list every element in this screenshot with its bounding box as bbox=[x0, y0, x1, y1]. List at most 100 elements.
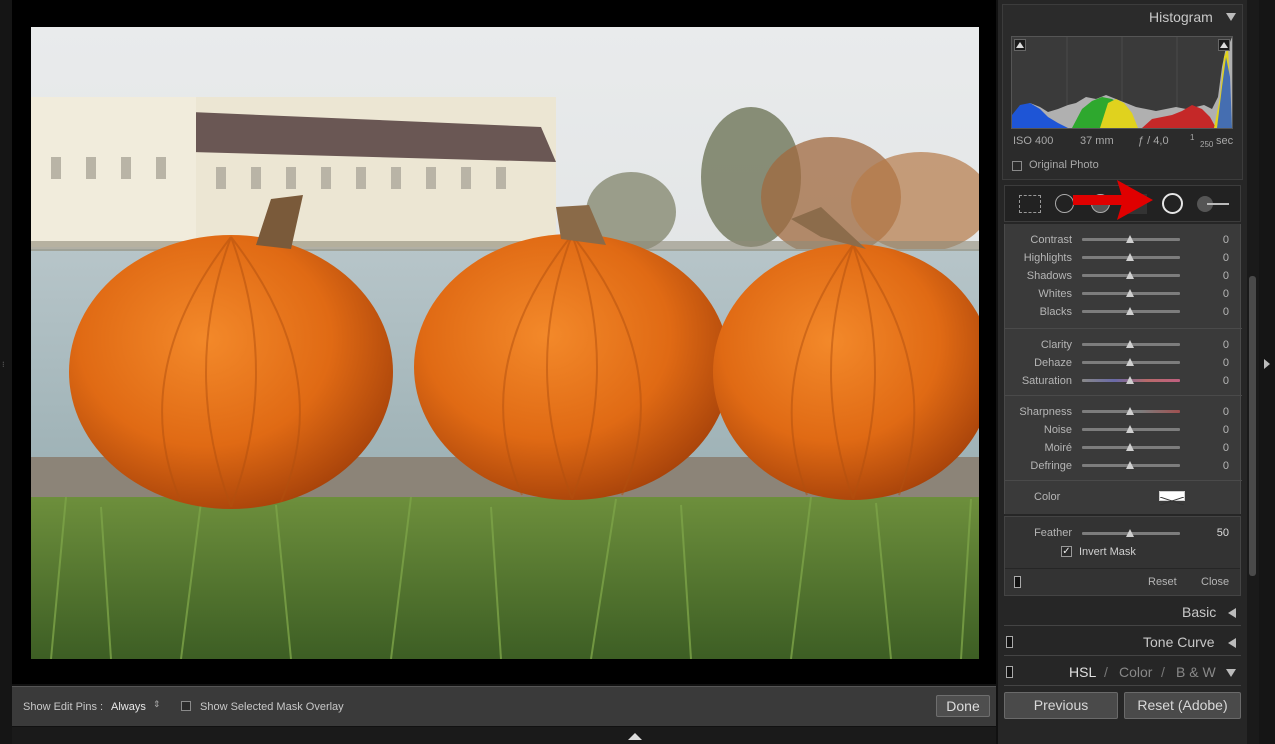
show-edit-pins-dropdown[interactable]: Always bbox=[111, 701, 146, 713]
exif-shutter-numerator: 1 bbox=[1190, 133, 1195, 142]
adjustment-brush-icon[interactable] bbox=[1197, 195, 1231, 213]
photo[interactable] bbox=[31, 27, 979, 659]
histogram-title[interactable]: Histogram bbox=[1149, 9, 1213, 25]
feather-value[interactable]: 50 bbox=[1207, 527, 1229, 539]
section-tone-curve-title: Tone Curve bbox=[1143, 634, 1215, 650]
slider-label: Defringe bbox=[1030, 460, 1072, 472]
tab-separator: / bbox=[1104, 664, 1108, 680]
slider-thumb[interactable] bbox=[1126, 461, 1134, 469]
exif-shutter-unit: sec bbox=[1216, 135, 1234, 147]
section-basic-title: Basic bbox=[1182, 604, 1217, 620]
slider-thumb[interactable] bbox=[1126, 307, 1134, 315]
panel-switch-icon[interactable] bbox=[1014, 576, 1021, 588]
red-arrow-annotation-icon bbox=[1073, 180, 1153, 220]
exif-iso: ISO 400 bbox=[1013, 135, 1054, 147]
triangle-up-icon bbox=[1220, 42, 1228, 48]
histogram-collapse-icon[interactable] bbox=[1226, 13, 1236, 21]
done-button[interactable]: Done bbox=[936, 695, 990, 717]
pumpkin-photo bbox=[31, 27, 979, 659]
slider-thumb[interactable] bbox=[1126, 253, 1134, 261]
slider-label: Moiré bbox=[1044, 442, 1072, 454]
slider-value[interactable]: 0 bbox=[1207, 357, 1229, 369]
section-basic[interactable]: Basic bbox=[1004, 598, 1241, 626]
histogram-graph[interactable] bbox=[1011, 36, 1233, 129]
slider-thumb[interactable] bbox=[1126, 340, 1134, 348]
reset-adobe-button[interactable]: Reset (Adobe) bbox=[1124, 692, 1241, 719]
right-panel-toggle-arrow-icon[interactable] bbox=[1264, 359, 1270, 369]
left-panel-dots-icon[interactable]: ⁝ bbox=[2, 360, 5, 369]
original-photo-checkbox[interactable] bbox=[1012, 161, 1022, 171]
slider-thumb[interactable] bbox=[1126, 358, 1134, 366]
exif-focal-length: 37 mm bbox=[1080, 135, 1114, 147]
panel-scrollbar-thumb[interactable] bbox=[1249, 276, 1256, 576]
right-panel-edge[interactable] bbox=[1259, 0, 1275, 744]
slider-value[interactable]: 0 bbox=[1207, 424, 1229, 436]
slider-value[interactable]: 0 bbox=[1207, 270, 1229, 282]
slider-label: Whites bbox=[1038, 288, 1072, 300]
tab-separator: / bbox=[1161, 664, 1165, 680]
slider-label: Noise bbox=[1043, 424, 1072, 436]
slider-value[interactable]: 0 bbox=[1207, 288, 1229, 300]
invert-mask-label: Invert Mask bbox=[1079, 546, 1136, 558]
left-panel-edge[interactable]: ⁝ bbox=[0, 0, 12, 744]
filmstrip-toggle-arrow-icon[interactable] bbox=[628, 733, 642, 740]
slider-thumb[interactable] bbox=[1126, 376, 1134, 384]
slider-value[interactable]: 0 bbox=[1207, 252, 1229, 264]
slider-row-shadows: Shadows 0 bbox=[1005, 268, 1242, 284]
divider bbox=[1005, 480, 1242, 481]
exif-aperture: ƒ / 4,0 bbox=[1138, 135, 1169, 147]
slider-row-dehaze: Dehaze 0 bbox=[1005, 355, 1242, 371]
panel-switch-icon[interactable] bbox=[1006, 666, 1013, 678]
invert-mask-checkbox[interactable]: ✓ bbox=[1061, 546, 1072, 557]
previous-button[interactable]: Previous bbox=[1004, 692, 1118, 719]
radial-filter-icon[interactable] bbox=[1162, 193, 1183, 214]
color-label: Color bbox=[1034, 491, 1061, 503]
dropdown-arrows-icon[interactable]: ⇕ bbox=[153, 699, 161, 710]
slider-label: Contrast bbox=[1030, 234, 1072, 246]
tab-bw[interactable]: B & W bbox=[1176, 664, 1216, 680]
reset-button[interactable]: Reset bbox=[1148, 576, 1177, 588]
section-expand-arrow-icon bbox=[1228, 608, 1236, 618]
divider bbox=[1005, 568, 1240, 569]
panel-switch-icon[interactable] bbox=[1006, 636, 1013, 648]
slider-thumb[interactable] bbox=[1126, 289, 1134, 297]
slider-label: Dehaze bbox=[1034, 357, 1072, 369]
slider-value[interactable]: 0 bbox=[1207, 375, 1229, 387]
slider-value[interactable]: 0 bbox=[1207, 406, 1229, 418]
edit-toolbar: Show Edit Pins : Always ⇕ Show Selected … bbox=[12, 686, 996, 726]
slider-thumb[interactable] bbox=[1126, 235, 1134, 243]
radial-filter-adjustments-panel: Contrast 0 Highlights 0 Shadows 0 Whites 0 Black… bbox=[1004, 224, 1242, 514]
shadow-clipping-toggle[interactable] bbox=[1014, 39, 1026, 51]
section-collapse-arrow-icon bbox=[1226, 669, 1236, 677]
tab-color[interactable]: Color bbox=[1119, 664, 1152, 680]
slider-value[interactable]: 0 bbox=[1207, 306, 1229, 318]
section-tone-curve[interactable]: Tone Curve bbox=[1004, 628, 1241, 656]
highlight-clipping-toggle[interactable] bbox=[1218, 39, 1230, 51]
photo-canvas[interactable] bbox=[12, 0, 996, 684]
slider-value[interactable]: 0 bbox=[1207, 460, 1229, 472]
slider-row-blacks: Blacks 0 bbox=[1005, 304, 1242, 320]
no-color-x-icon bbox=[1159, 496, 1185, 506]
slider-thumb[interactable] bbox=[1126, 425, 1134, 433]
slider-value[interactable]: 0 bbox=[1207, 442, 1229, 454]
tab-hsl[interactable]: HSL bbox=[1069, 664, 1096, 680]
slider-value[interactable]: 0 bbox=[1207, 234, 1229, 246]
slider-row-contrast: Contrast 0 bbox=[1005, 232, 1242, 248]
feather-slider-thumb[interactable] bbox=[1126, 529, 1134, 537]
show-mask-overlay-label: Show Selected Mask Overlay bbox=[200, 701, 344, 713]
slider-label: Sharpness bbox=[1019, 406, 1072, 418]
slider-value[interactable]: 0 bbox=[1207, 339, 1229, 351]
slider-row-sharpness: Sharpness 0 bbox=[1005, 404, 1242, 420]
slider-row-defringe: Defringe 0 bbox=[1005, 458, 1242, 474]
slider-row-whites: Whites 0 bbox=[1005, 286, 1242, 302]
slider-thumb[interactable] bbox=[1126, 271, 1134, 279]
close-button[interactable]: Close bbox=[1201, 576, 1229, 588]
slider-label: Highlights bbox=[1023, 252, 1072, 264]
slider-row-saturation: Saturation 0 bbox=[1005, 373, 1242, 389]
show-mask-overlay-checkbox[interactable] bbox=[181, 701, 191, 711]
color-swatch[interactable] bbox=[1159, 491, 1185, 506]
slider-thumb[interactable] bbox=[1126, 443, 1134, 451]
crop-overlay-icon[interactable] bbox=[1019, 195, 1041, 213]
slider-thumb[interactable] bbox=[1126, 407, 1134, 415]
feather-label: Feather bbox=[1034, 527, 1072, 539]
